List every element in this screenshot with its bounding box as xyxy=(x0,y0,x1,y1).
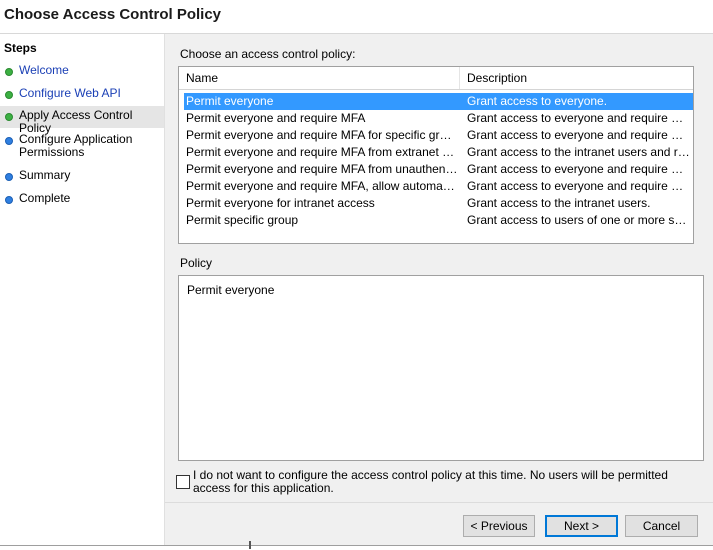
choose-policy-label: Choose an access control policy: xyxy=(180,47,356,61)
step-complete-icon xyxy=(5,91,13,99)
step-label: Configure Application Permissions xyxy=(19,132,133,159)
step-complete-icon xyxy=(5,113,13,121)
step-summary: Summary xyxy=(0,166,164,188)
steps-title: Steps xyxy=(4,41,37,55)
step-apply-access-control-policy: Apply Access Control Policy xyxy=(0,106,164,135)
step-label: Welcome xyxy=(19,63,69,77)
cancel-button[interactable]: Cancel xyxy=(625,515,698,537)
item-name: Permit everyone xyxy=(186,94,274,108)
column-header-description[interactable]: Description xyxy=(460,67,693,89)
step-configure-web-api[interactable]: Configure Web API xyxy=(0,84,164,106)
item-description: Grant access to everyone and require MFA… xyxy=(467,111,692,125)
list-item[interactable]: Permit specific group Grant access to us… xyxy=(184,212,693,229)
skip-policy-checkbox[interactable] xyxy=(176,475,190,489)
main-panel: Choose an access control policy: Name De… xyxy=(165,34,713,545)
item-description: Grant access to everyone and require MFA… xyxy=(467,179,692,193)
skip-policy-checkbox-label[interactable]: I do not want to configure the access co… xyxy=(193,469,703,495)
step-complete-icon xyxy=(5,68,13,76)
policy-label: Policy xyxy=(180,256,213,270)
page-title: Choose Access Control Policy xyxy=(4,6,222,23)
item-name: Permit everyone and require MFA xyxy=(186,111,366,125)
previous-button[interactable]: < Previous xyxy=(463,515,535,537)
text-cursor-icon xyxy=(249,541,251,549)
next-button[interactable]: Next > xyxy=(545,515,618,537)
column-header-name[interactable]: Name xyxy=(179,67,460,89)
step-pending-icon xyxy=(5,137,13,145)
item-description: Grant access to everyone. xyxy=(467,94,608,108)
policy-details-box: Permit everyone xyxy=(178,275,704,461)
item-description: Grant access to the intranet users and r… xyxy=(467,145,692,159)
item-description: Grant access to the intranet users. xyxy=(467,196,651,210)
item-description: Grant access to everyone and require MFA… xyxy=(467,162,692,176)
list-item[interactable]: Permit everyone and require MFA Grant ac… xyxy=(184,110,693,127)
list-item[interactable]: Permit everyone and require MFA from ext… xyxy=(184,144,693,161)
list-item[interactable]: Permit everyone and require MFA for spec… xyxy=(184,127,693,144)
step-pending-icon xyxy=(5,173,13,181)
item-description: Grant access to everyone and require MFA… xyxy=(467,128,692,142)
list-item[interactable]: Permit everyone and require MFA from una… xyxy=(184,161,693,178)
list-item[interactable]: Permit everyone and require MFA, allow a… xyxy=(184,178,693,195)
list-item[interactable]: Permit everyone for intranet access Gran… xyxy=(184,195,693,212)
policy-text: Permit everyone xyxy=(187,283,275,297)
button-bar: < Previous Next > Cancel xyxy=(165,502,713,546)
step-complete: Complete xyxy=(0,189,164,211)
step-label: Configure Web API xyxy=(19,86,121,100)
window-bottom-border xyxy=(0,545,713,550)
item-name: Permit everyone and require MFA from ext… xyxy=(186,145,458,159)
item-name: Permit everyone and require MFA, allow a… xyxy=(186,179,458,193)
item-description: Grant access to users of one or more spe… xyxy=(467,213,692,227)
item-name: Permit everyone and require MFA from una… xyxy=(186,162,458,176)
item-name: Permit specific group xyxy=(186,213,299,227)
item-name: Permit everyone for intranet access xyxy=(186,196,375,210)
policy-list[interactable]: Name Description Permit everyone Grant a… xyxy=(178,66,694,244)
step-label: Summary xyxy=(19,168,71,182)
step-label: Complete xyxy=(19,191,71,205)
step-configure-application-permissions: Configure Application Permissions xyxy=(0,130,164,164)
step-welcome[interactable]: Welcome xyxy=(0,61,164,83)
list-item[interactable]: Permit everyone Grant access to everyone… xyxy=(184,93,693,110)
steps-panel: Steps Welcome Configure Web API Apply Ac… xyxy=(0,34,165,545)
list-header: Name Description xyxy=(179,67,693,90)
step-pending-icon xyxy=(5,196,13,204)
item-name: Permit everyone and require MFA for spec… xyxy=(186,128,458,142)
